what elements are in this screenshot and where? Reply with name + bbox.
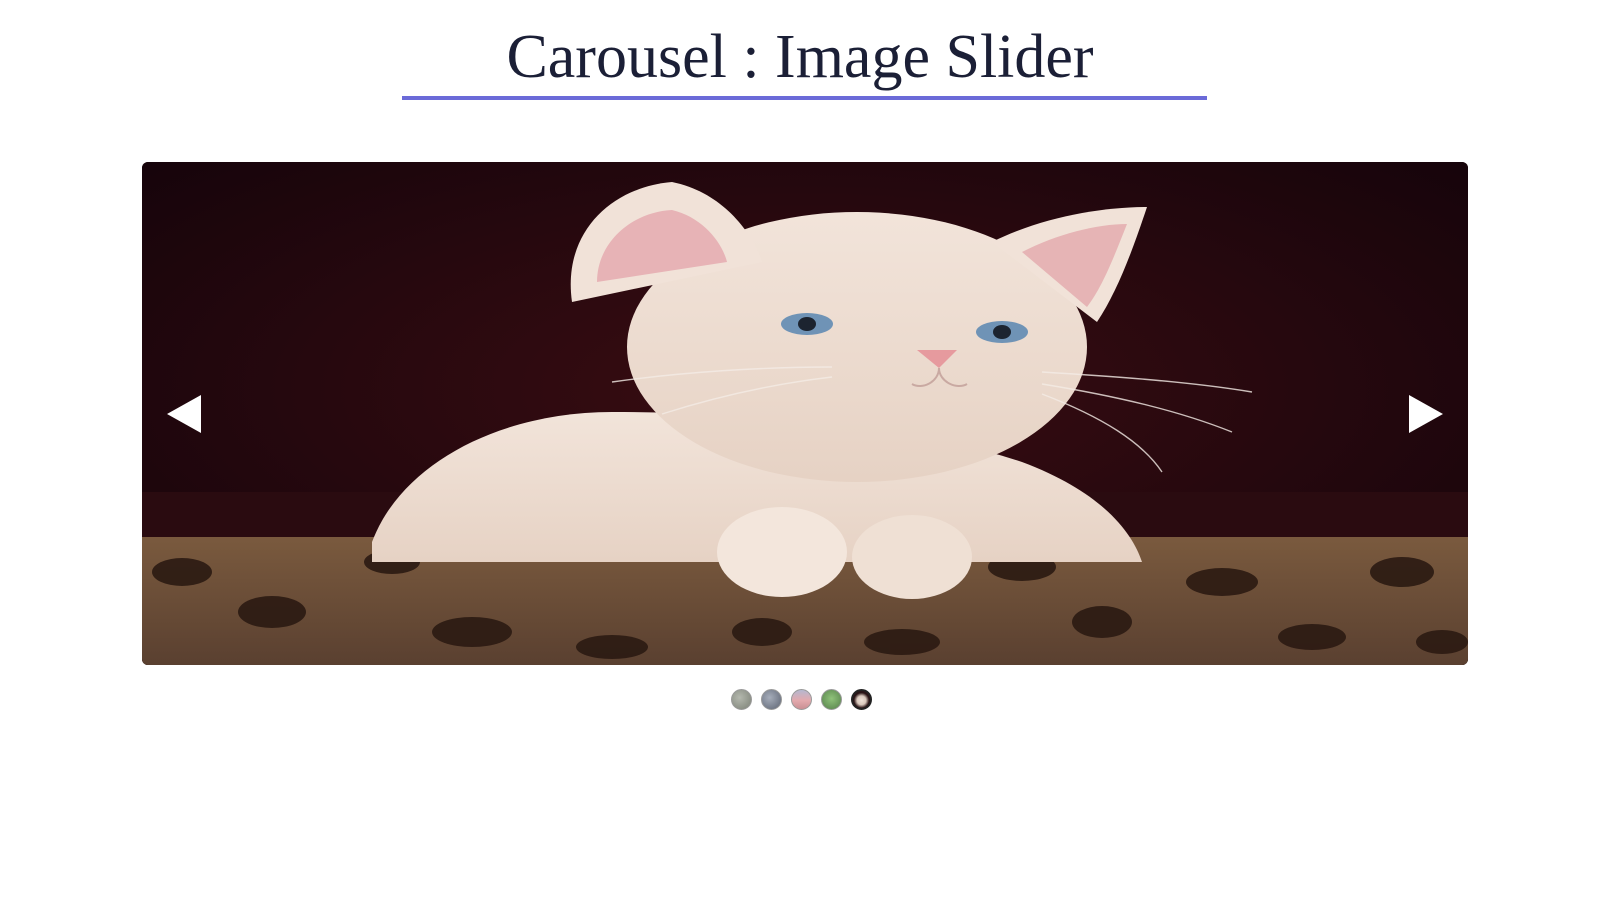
slide-indicators bbox=[0, 689, 1600, 710]
page-title: Carousel : Image Slider bbox=[506, 23, 1094, 91]
triangle-left-icon bbox=[167, 394, 201, 433]
next-slide-button[interactable] bbox=[1398, 386, 1454, 442]
triangle-right-icon bbox=[1409, 394, 1443, 433]
slide-dot-1[interactable] bbox=[730, 689, 752, 710]
slide-dot-4[interactable] bbox=[820, 689, 842, 710]
carousel-page: Carousel : Image Slider bbox=[0, 0, 1600, 900]
title-underline bbox=[402, 96, 1207, 100]
slide-image-kitten bbox=[142, 162, 1468, 665]
slide-dot-2[interactable] bbox=[760, 689, 782, 710]
image-slider[interactable] bbox=[142, 162, 1468, 665]
previous-slide-button[interactable] bbox=[156, 386, 212, 442]
slide-dot-3[interactable] bbox=[790, 689, 812, 710]
slide-dot-5-active[interactable] bbox=[850, 689, 872, 710]
